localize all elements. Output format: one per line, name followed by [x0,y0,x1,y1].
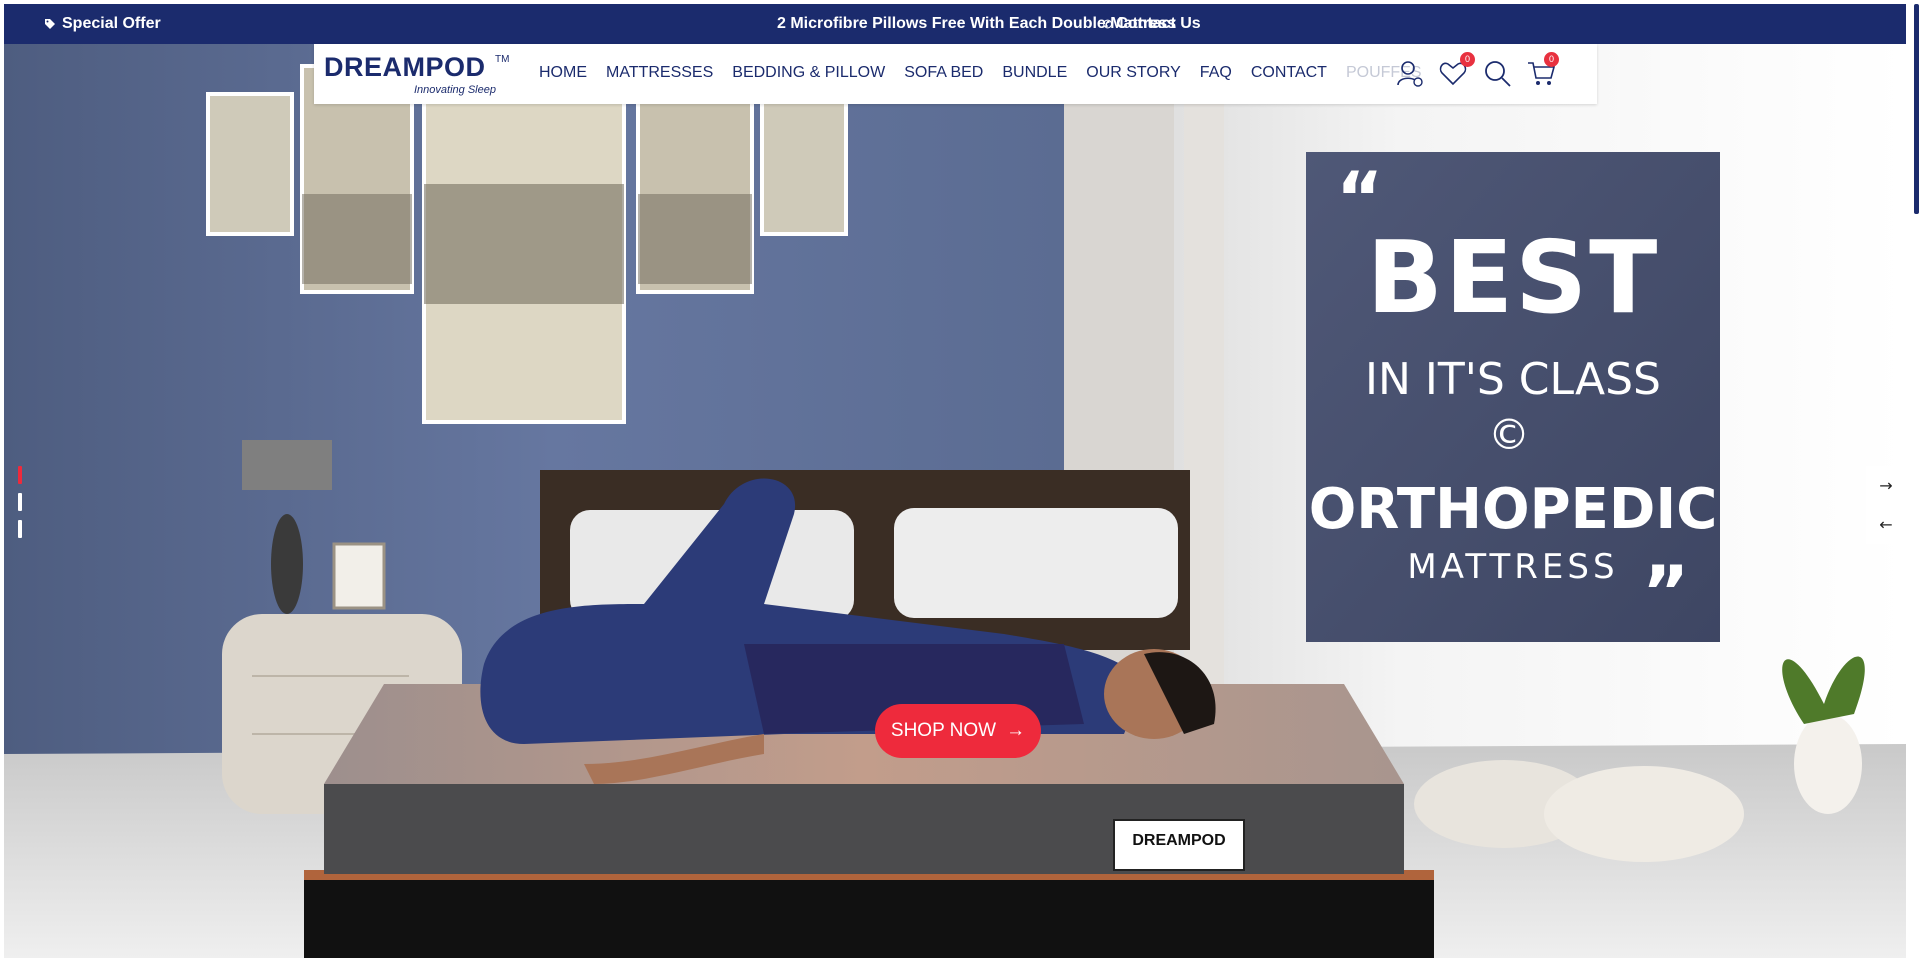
wishlist-count-badge: 0 [1460,52,1475,67]
arrow-right-icon: → [1879,476,1893,495]
close-quote-icon: ” [1642,550,1690,634]
nav-sofa-bed[interactable]: SOFA BED [904,64,983,82]
nav-our-story[interactable]: OUR STORY [1086,64,1181,82]
brand-logo[interactable]: DREAMPOD TM Innovating Sleep [324,52,509,96]
brand-name: DREAMPOD [324,52,486,82]
account-button[interactable] [1394,58,1438,90]
poster-product: ORTHOPEDIC [1308,477,1718,542]
poster-subline: IN IT'S CLASS [1365,354,1661,405]
poster-headline: BEST [1366,219,1660,336]
contact-us-link[interactable]: ✆ Contact Us [1103,15,1201,33]
arrow-right-icon: → [1006,720,1026,741]
search-icon [1485,61,1511,87]
shop-now-button[interactable]: SHOP NOW → [875,704,1041,758]
cart-button[interactable]: 0 [1526,52,1570,90]
page-scrollbar[interactable] [1914,4,1919,214]
hero-banner: “ BEST IN IT'S CLASS © ORTHOPEDIC MATTRE… [4,44,1906,958]
mattress-brand-label: DREAMPOD [1132,832,1226,849]
user-icon [1397,61,1423,87]
special-offer[interactable]: Special Offer [44,15,161,33]
wishlist-button[interactable]: 0 [1438,52,1482,90]
cart-count-badge: 0 [1544,52,1559,67]
slider-pagination [18,466,22,547]
nav-bedding-pillow[interactable]: BEDDING & PILLOW [732,64,885,82]
next-slide-button[interactable]: → [1866,466,1906,505]
announcement-bar: Special Offer 2 Microfibre Pillows Free … [4,4,1906,44]
tag-icon [45,19,55,29]
header-actions: 0 0 [1394,52,1570,90]
nav-bundle[interactable]: BUNDLE [1002,64,1067,82]
promo-poster: “ BEST IN IT'S CLASS © ORTHOPEDIC MATTRE… [1306,152,1720,642]
nav-mattresses[interactable]: MATTRESSES [606,64,713,82]
brand-tagline: Innovating Sleep [414,84,496,96]
nav-contact[interactable]: CONTACT [1251,64,1327,82]
slider-arrows: → ← [1866,466,1906,544]
nav-home[interactable]: HOME [539,64,587,82]
shop-now-label: SHOP NOW [890,720,997,741]
main-nav: HOME MATTRESSES BEDDING & PILLOW SOFA BE… [539,64,1441,82]
trademark: TM [495,54,510,65]
page-frame: “ BEST IN IT'S CLASS © ORTHOPEDIC MATTRE… [4,4,1906,958]
site-header: DREAMPOD TM Innovating Sleep HOME MATTRE… [314,44,1597,104]
slide-dot-2[interactable] [18,493,22,511]
phone-icon: ✆ [1103,18,1113,31]
prev-slide-button[interactable]: ← [1866,505,1906,544]
special-offer-label: Special Offer [62,15,161,32]
slide-dot-1[interactable] [18,466,22,484]
nav-faq[interactable]: FAQ [1200,64,1232,82]
arrow-left-icon: ← [1879,515,1893,534]
slide-dot-3[interactable] [18,520,22,538]
contact-us-label: Contact Us [1116,15,1201,32]
swirl-icon: © [1488,410,1530,459]
search-button[interactable] [1482,58,1526,90]
